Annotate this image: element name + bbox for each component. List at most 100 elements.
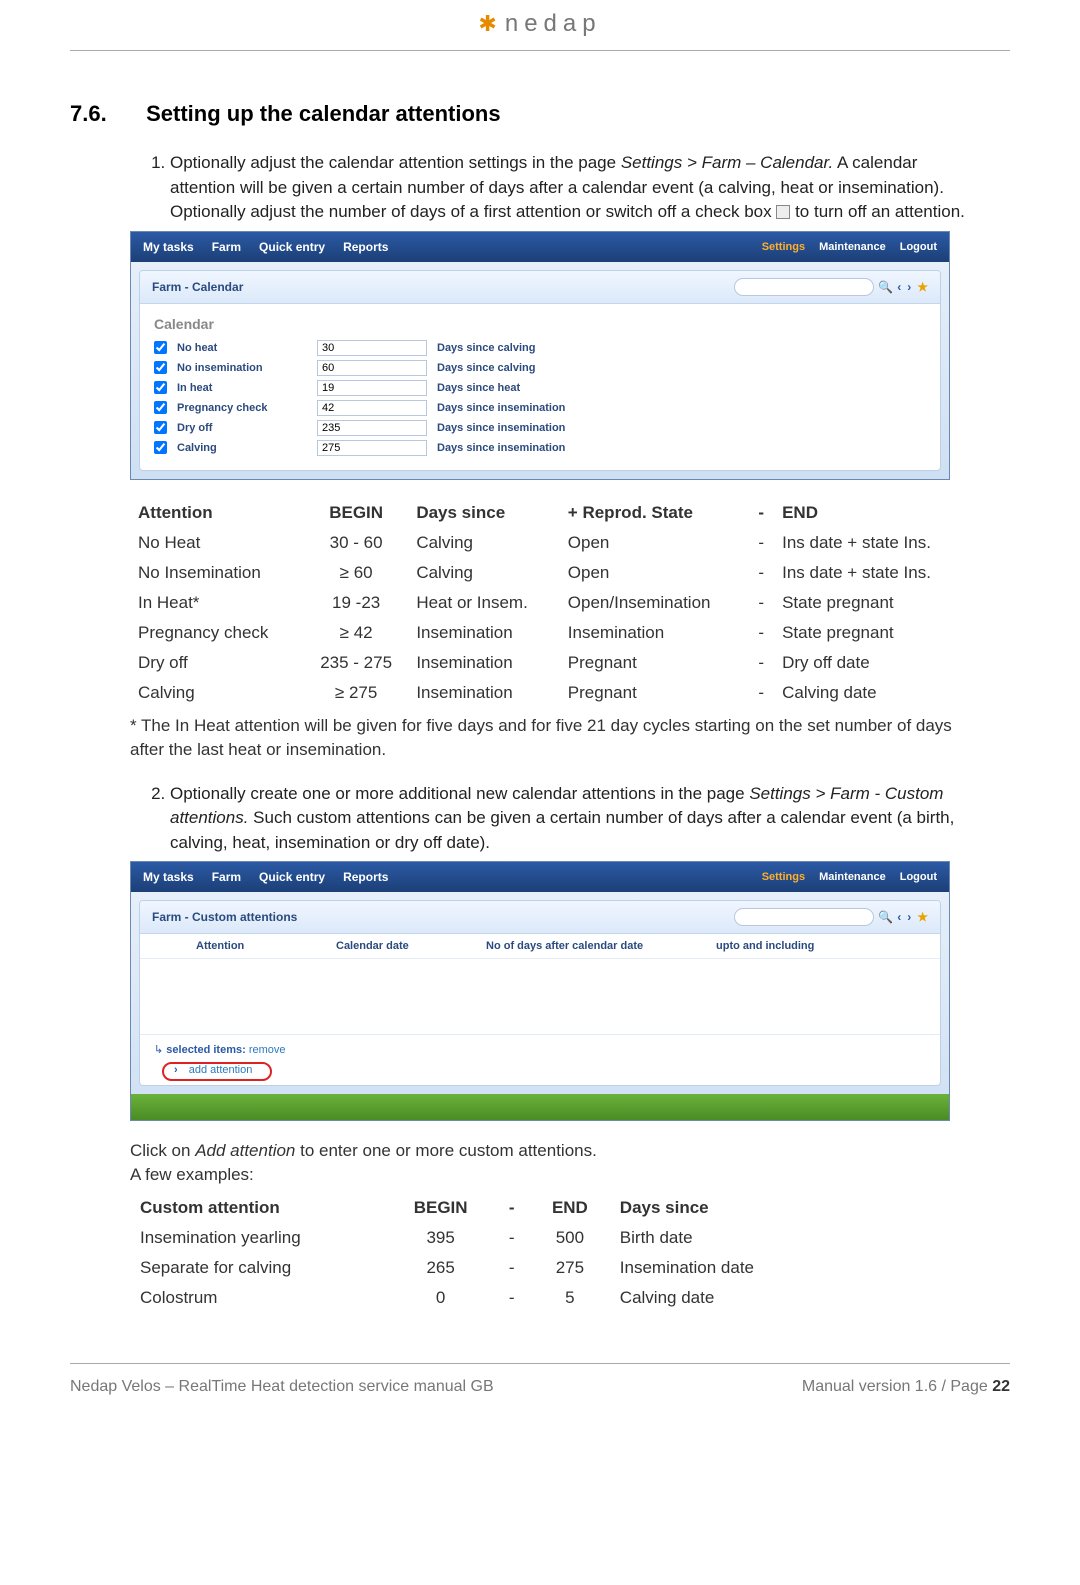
calendar-row-label: In heat — [177, 382, 307, 394]
col-upto: upto and including — [716, 940, 814, 952]
col-days-after: No of days after calendar date — [486, 940, 686, 952]
step-2: Optionally create one or more additional… — [170, 782, 980, 856]
calendar-row-label: Dry off — [177, 422, 307, 434]
page-header: ✱ nedap — [70, 0, 1010, 51]
calendar-row-desc: Days since insemination — [437, 402, 565, 414]
after-shot2-text: Click on Add attention to enter one or m… — [130, 1139, 980, 1187]
logo-text: nedap — [505, 10, 602, 38]
table-row: No Heat30 - 60CalvingOpen-Ins date + sta… — [130, 528, 970, 558]
prev-icon[interactable]: ‹ — [897, 910, 903, 924]
search-icon[interactable]: 🔍 — [878, 280, 893, 294]
calendar-row: Pregnancy check Days since insemination — [154, 398, 926, 418]
menu-reports[interactable]: Reports — [343, 240, 388, 254]
arrow-icon: ↳ — [154, 1044, 166, 1056]
next-icon[interactable]: › — [907, 910, 913, 924]
prev-icon[interactable]: ‹ — [897, 280, 903, 294]
menu-logout[interactable]: Logout — [900, 241, 937, 253]
menu-quickentry[interactable]: Quick entry — [259, 870, 325, 884]
section-title-text: Setting up the calendar attentions — [146, 101, 500, 126]
calendar-row-label: No insemination — [177, 362, 307, 374]
step-1: Optionally adjust the calendar attention… — [170, 151, 980, 225]
calendar-row-label: Calving — [177, 442, 307, 454]
menu-mytasks[interactable]: My tasks — [143, 870, 194, 884]
star-icon: ✱ — [478, 11, 496, 37]
add-attention-highlight: › add attention — [162, 1062, 272, 1081]
calendar-row: No heatDays since calving — [154, 338, 926, 358]
cust-col-2: - — [493, 1193, 530, 1223]
col-calendardate: Calendar date — [336, 940, 456, 952]
app-menubar: My tasks Farm Quick entry Reports Settin… — [131, 862, 949, 892]
calendar-section-label: Calendar — [154, 312, 926, 338]
cust-col-1: BEGIN — [388, 1193, 493, 1223]
screenshot-calendar: My tasks Farm Quick entry Reports Settin… — [130, 231, 950, 480]
calendar-row-value[interactable] — [317, 360, 427, 376]
section-heading: 7.6. Setting up the calendar attentions — [70, 101, 980, 127]
att-col-4: - — [748, 498, 774, 528]
att-col-0: Attention — [130, 498, 304, 528]
menu-mytasks[interactable]: My tasks — [143, 240, 194, 254]
calendar-row-desc: Days since insemination — [437, 422, 565, 434]
att-col-2: Days since — [408, 498, 559, 528]
cust-col-0: Custom attention — [130, 1193, 388, 1223]
panel-title: Farm - Custom attentions — [152, 910, 297, 924]
calendar-row-label: No heat — [177, 342, 307, 354]
calendar-row-desc: Days since insemination — [437, 442, 565, 454]
col-attention: Attention — [196, 940, 306, 952]
table-row: No Insemination≥ 60CalvingOpen-Ins date … — [130, 558, 970, 588]
calendar-row-checkbox[interactable] — [154, 381, 167, 394]
table-row: Dry off235 - 275InseminationPregnant-Dry… — [130, 648, 970, 678]
table-row: In Heat*19 -23Heat or Insem.Open/Insemin… — [130, 588, 970, 618]
menu-settings[interactable]: Settings — [762, 241, 805, 253]
footer-left: Nedap Velos – RealTime Heat detection se… — [70, 1378, 494, 1396]
favorite-icon[interactable]: ★ — [917, 280, 928, 294]
calendar-row-checkbox[interactable] — [154, 341, 167, 354]
menu-reports[interactable]: Reports — [343, 870, 388, 884]
grass-decoration — [131, 1094, 949, 1120]
calendar-row-checkbox[interactable] — [154, 401, 167, 414]
next-icon[interactable]: › — [907, 280, 913, 294]
chevron-right-icon: › — [174, 1064, 181, 1076]
table-row: Calving≥ 275InseminationPregnant-Calving… — [130, 678, 970, 708]
screenshot-custom-attentions: My tasks Farm Quick entry Reports Settin… — [130, 861, 950, 1121]
footer-right: Manual version 1.6 / Page 22 — [802, 1378, 1010, 1396]
add-attention-link[interactable]: add attention — [181, 1064, 261, 1078]
cust-col-4: Days since — [610, 1193, 830, 1223]
panel-title: Farm - Calendar — [152, 280, 243, 294]
calendar-row-value[interactable] — [317, 440, 427, 456]
calendar-row-checkbox[interactable] — [154, 441, 167, 454]
search-input[interactable] — [734, 908, 874, 926]
att-col-5: END — [774, 498, 970, 528]
table-row: Colostrum0-5Calving date — [130, 1283, 830, 1313]
selected-items-label: selected items: — [166, 1044, 245, 1056]
calendar-row-checkbox[interactable] — [154, 421, 167, 434]
menu-settings[interactable]: Settings — [762, 871, 805, 883]
cust-col-3: END — [530, 1193, 610, 1223]
menu-logout[interactable]: Logout — [900, 871, 937, 883]
calendar-row: Dry off Days since insemination — [154, 418, 926, 438]
search-input[interactable] — [734, 278, 874, 296]
calendar-row-value[interactable] — [317, 340, 427, 356]
menu-maintenance[interactable]: Maintenance — [819, 871, 886, 883]
search-icon[interactable]: 🔍 — [878, 910, 893, 924]
remove-link[interactable]: remove — [249, 1044, 286, 1056]
menu-farm[interactable]: Farm — [212, 870, 241, 884]
menu-maintenance[interactable]: Maintenance — [819, 241, 886, 253]
table-row: Pregnancy check≥ 42InseminationInseminat… — [130, 618, 970, 648]
app-menubar: My tasks Farm Quick entry Reports Settin… — [131, 232, 949, 262]
favorite-icon[interactable]: ★ — [917, 910, 928, 924]
calendar-row: No inseminationDays since calving — [154, 358, 926, 378]
custom-attention-table: Custom attentionBEGIN-ENDDays since Inse… — [130, 1193, 830, 1313]
table-row: Separate for calving265-275Insemination … — [130, 1253, 830, 1283]
settings-path: Settings > Farm – Calendar. — [621, 153, 833, 172]
calendar-row-label: Pregnancy check — [177, 402, 307, 414]
checkbox-icon — [776, 205, 790, 219]
logo: ✱ nedap — [478, 10, 601, 38]
calendar-row-checkbox[interactable] — [154, 361, 167, 374]
menu-farm[interactable]: Farm — [212, 240, 241, 254]
calendar-row-value[interactable] — [317, 400, 427, 416]
menu-quickentry[interactable]: Quick entry — [259, 240, 325, 254]
attention-footnote: * The In Heat attention will be given fo… — [130, 714, 980, 762]
calendar-row-value[interactable] — [317, 380, 427, 396]
calendar-row-value[interactable] — [317, 420, 427, 436]
att-col-3: + Reprod. State — [560, 498, 749, 528]
